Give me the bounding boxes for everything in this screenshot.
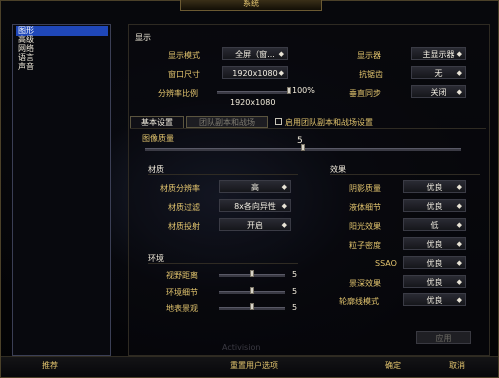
- resolution-scale-thumb[interactable]: [287, 87, 291, 94]
- display-mode-label: 显示模式: [168, 51, 200, 60]
- particle-density-value: 优良: [426, 240, 443, 249]
- environment-detail-value: 5: [292, 287, 298, 296]
- antialias-value: 无: [434, 69, 443, 78]
- reset-user-options-button[interactable]: 重置用户选项: [214, 361, 294, 371]
- dropdown-arrow-icon: ◆: [456, 221, 462, 229]
- dropdown-arrow-icon: ◆: [456, 88, 462, 96]
- dropdown-arrow-icon: ◆: [456, 69, 462, 77]
- monitor-value: 主显示器: [422, 50, 455, 59]
- antialias-dropdown[interactable]: 无 ◆: [411, 66, 466, 79]
- depth-of-field-dropdown[interactable]: 优良 ◆: [403, 275, 466, 288]
- texture-divider: [148, 174, 298, 175]
- window-title: 系统: [180, 0, 322, 11]
- dropdown-arrow-icon: ◆: [281, 221, 287, 229]
- outline-mode-value: 优良: [426, 296, 443, 305]
- monitor-label: 显示器: [357, 51, 381, 60]
- recommended-button[interactable]: 推荐: [30, 361, 70, 371]
- texture-filter-label: 材质过滤: [168, 203, 200, 212]
- effects-divider: [330, 174, 480, 175]
- antialias-label: 抗锯齿: [359, 70, 383, 79]
- environment-detail-thumb[interactable]: [250, 287, 254, 294]
- dropdown-arrow-icon: ◆: [456, 259, 462, 267]
- dropdown-arrow-icon: ◆: [278, 69, 284, 77]
- view-distance-label: 视野距离: [166, 271, 198, 280]
- texture-projection-label: 材质投射: [168, 222, 200, 231]
- texture-filter-value: 8x各向异性: [234, 202, 276, 211]
- dropdown-arrow-icon: ◆: [456, 183, 462, 191]
- vsync-value: 关闭: [430, 88, 447, 97]
- outline-mode-dropdown[interactable]: 优良 ◆: [403, 293, 466, 306]
- tab-basic-settings[interactable]: 基本设置: [130, 116, 184, 128]
- tab-divider: [130, 128, 486, 129]
- dropdown-arrow-icon: ◆: [456, 296, 462, 304]
- cancel-button[interactable]: 取消: [440, 361, 474, 371]
- shadow-quality-value: 优良: [426, 183, 443, 192]
- dropdown-arrow-icon: ◆: [456, 278, 462, 286]
- resolution-scale-percent: 100%: [292, 86, 315, 95]
- environment-detail-label: 环境细节: [166, 288, 198, 297]
- vsync-dropdown[interactable]: 关闭 ◆: [411, 85, 466, 98]
- sunshafts-label: 阳光效果: [349, 222, 381, 231]
- ground-clutter-value: 5: [292, 303, 298, 312]
- texture-projection-dropdown[interactable]: 开启 ◆: [219, 218, 291, 231]
- graphics-quality-thumb[interactable]: [301, 144, 305, 151]
- dropdown-arrow-icon: ◆: [456, 240, 462, 248]
- texture-filter-dropdown[interactable]: 8x各向异性 ◆: [219, 199, 291, 212]
- display-mode-value: 全屏（窗...: [235, 50, 275, 59]
- shadow-quality-label: 阴影质量: [349, 184, 381, 193]
- tab-raid-battleground[interactable]: 团队副本和战场: [186, 116, 268, 128]
- vsync-label: 垂直同步: [349, 89, 381, 98]
- raid-settings-checkbox[interactable]: [275, 118, 282, 125]
- texture-projection-value: 开启: [247, 221, 263, 230]
- sidebar: 图形 高级 网络 语言 声音: [12, 24, 111, 356]
- shadow-quality-dropdown[interactable]: 优良 ◆: [403, 180, 466, 193]
- ground-clutter-thumb[interactable]: [250, 303, 254, 310]
- resolution-scale-res: 1920x1080: [230, 98, 276, 107]
- ground-clutter-label: 地表景观: [166, 304, 198, 313]
- dropdown-arrow-icon: ◆: [456, 50, 462, 58]
- display-section-title: 显示: [135, 33, 151, 42]
- window-size-dropdown[interactable]: 1920x1080 ◆: [222, 66, 288, 79]
- liquid-detail-label: 液体细节: [349, 203, 381, 212]
- dropdown-arrow-icon: ◆: [456, 202, 462, 210]
- monitor-dropdown[interactable]: 主显示器 ◆: [411, 47, 466, 60]
- ssao-value: 优良: [426, 259, 443, 268]
- dropdown-arrow-icon: ◆: [281, 183, 287, 191]
- dropdown-arrow-icon: ◆: [281, 202, 287, 210]
- graphics-quality-label: 图像质量: [142, 134, 174, 143]
- sunshafts-dropdown[interactable]: 低 ◆: [403, 218, 466, 231]
- particle-density-label: 粒子密度: [349, 241, 381, 250]
- view-distance-thumb[interactable]: [250, 270, 254, 277]
- display-mode-dropdown[interactable]: 全屏（窗... ◆: [222, 47, 288, 60]
- texture-resolution-dropdown[interactable]: 高 ◆: [219, 180, 291, 193]
- watermark-text: Activision: [222, 343, 261, 352]
- depth-of-field-label: 景深效果: [349, 279, 381, 288]
- liquid-detail-dropdown[interactable]: 优良 ◆: [403, 199, 466, 212]
- window-size-label: 窗口尺寸: [168, 70, 200, 79]
- window-size-value: 1920x1080: [232, 69, 278, 78]
- sunshafts-value: 低: [430, 221, 439, 230]
- depth-of-field-value: 优良: [426, 278, 443, 287]
- sidebar-item-sound[interactable]: 声音: [16, 62, 34, 72]
- particle-density-dropdown[interactable]: 优良 ◆: [403, 237, 466, 250]
- apply-button[interactable]: 应用: [416, 331, 471, 344]
- view-distance-value: 5: [292, 270, 298, 279]
- ssao-label: SSAO: [375, 259, 397, 268]
- outline-mode-label: 轮廓线模式: [339, 297, 379, 306]
- liquid-detail-value: 优良: [426, 202, 443, 211]
- raid-settings-checkbox-label: 启用团队副本和战场设置: [285, 118, 373, 127]
- environment-divider: [148, 263, 298, 264]
- resolution-scale-slider[interactable]: [217, 91, 289, 94]
- texture-resolution-value: 高: [251, 183, 259, 192]
- ok-button[interactable]: 确定: [376, 361, 410, 371]
- resolution-scale-label: 分辨率比例: [158, 89, 198, 98]
- ssao-dropdown[interactable]: 优良 ◆: [403, 256, 466, 269]
- dropdown-arrow-icon: ◆: [278, 50, 284, 58]
- texture-resolution-label: 材质分辨率: [160, 184, 200, 193]
